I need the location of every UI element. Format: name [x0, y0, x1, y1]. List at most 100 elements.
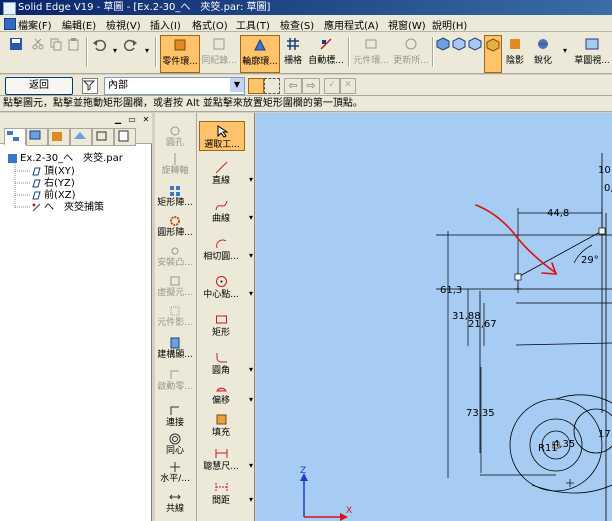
chevron-down-icon[interactable]: ▾ — [249, 495, 253, 505]
select-tool-button[interactable]: 選取工... — [199, 121, 245, 151]
line-tool-button[interactable]: 直線 ▾ — [199, 161, 253, 186]
concentric-icon — [169, 433, 181, 445]
fence-icon[interactable] — [264, 78, 280, 94]
component-icon — [365, 39, 377, 49]
concentric-button[interactable]: 同心 — [155, 433, 195, 456]
tree-item-sketch[interactable]: へ 夾筊捕策 — [32, 202, 104, 214]
smart-dimension-button[interactable]: 聰慧尺... ▾ — [199, 447, 253, 472]
close-icon[interactable]: ✕ — [140, 115, 152, 125]
curve-tool-button[interactable]: 曲線 ▾ — [199, 199, 253, 224]
distance-tool-button[interactable]: 間距 ▾ — [199, 481, 253, 506]
activate-part-button[interactable]: 啟動零... — [155, 369, 195, 392]
layer-select[interactable]: 內部 ▼ — [104, 77, 245, 95]
tree-item-right-plane[interactable]: 右(YZ) — [32, 178, 75, 190]
tree-item-front-plane[interactable]: 前(XZ) — [32, 190, 76, 202]
menu-edit[interactable]: 編輯(E) — [62, 17, 96, 32]
profile-environment-button[interactable]: 輪廓環... — [240, 35, 280, 73]
center-point-circle-button[interactable]: 中心點... ▾ — [199, 275, 253, 300]
revolve-axis-button[interactable]: 旋轉軸 — [155, 153, 195, 176]
back-button[interactable]: 返回 — [5, 77, 73, 95]
tab-sensors[interactable] — [92, 128, 114, 146]
fillet-tool-button[interactable]: 圓角 ▾ — [199, 351, 253, 376]
sharpen-button[interactable]: 銳化 — [530, 35, 556, 71]
restore-icon[interactable]: ▭ — [126, 115, 138, 125]
tree-item-top-plane[interactable]: 頂(XY) — [32, 166, 75, 178]
sketch-drawing: 44,8 29° 61,3 31,88 21,67 73,35 0,7 R11 … — [300, 153, 612, 521]
chevron-down-icon[interactable]: ▾ — [249, 175, 253, 185]
sketch-canvas[interactable]: 44,8 29° 61,3 31,88 21,67 73,35 0,7 R11 … — [256, 113, 612, 521]
offset-tool-button[interactable]: 偏移 ▾ — [199, 381, 253, 406]
dimension-73-35: 73,35 — [466, 408, 495, 419]
view-top-button[interactable] — [468, 35, 482, 71]
system-menu-icon[interactable] — [4, 18, 16, 30]
part-environment-button[interactable]: 零件環... — [160, 35, 200, 73]
menu-help[interactable]: 說明(H) — [432, 17, 467, 32]
mount-boss-button[interactable]: 安裝凸... — [155, 245, 195, 268]
tab-reports[interactable] — [114, 128, 136, 146]
view-iso-button[interactable] — [436, 35, 450, 71]
menu-format[interactable]: 格式(O) — [192, 17, 228, 32]
dimension-icon — [320, 38, 332, 50]
horizontal-vertical-button[interactable]: 水平/... — [155, 461, 195, 484]
menu-applications[interactable]: 應用程式(A) — [324, 17, 379, 32]
hole-button[interactable]: 圓孔 — [155, 125, 195, 148]
layer-icon[interactable] — [82, 78, 98, 94]
menu-insert[interactable]: 插入(I) — [150, 17, 181, 32]
sketch-view-button[interactable]: 草圖視... — [574, 35, 610, 71]
menu-inspect[interactable]: 檢查(S) — [280, 17, 314, 32]
cursor-icon — [217, 125, 229, 138]
minimize-icon[interactable]: ▁ — [112, 115, 124, 125]
circular-pattern-button[interactable]: 圓形陣... — [155, 215, 195, 238]
arrow-right-icon[interactable]: ⇨ — [302, 78, 320, 94]
cut-button[interactable] — [30, 35, 46, 71]
select-rect-icon[interactable] — [248, 78, 264, 94]
sync-record-button[interactable]: 同紀錄... — [200, 35, 238, 71]
dimension-44-8: 44,8 — [547, 208, 569, 219]
chevron-down-icon[interactable]: ▾ — [249, 289, 253, 299]
component-image-button[interactable]: 元件影... — [155, 305, 195, 328]
collinear-button[interactable]: 共線 — [155, 491, 195, 514]
chevron-down-icon[interactable]: ▾ — [249, 395, 253, 405]
chevron-down-icon[interactable]: ▾ — [249, 213, 253, 223]
command-bar: 返回 內部 ▼ ⇦ ⇨ ✓ ✕ — [0, 75, 612, 96]
check-icon[interactable]: ✓ — [324, 78, 340, 94]
construction-display-button[interactable]: 建構顯... — [155, 337, 195, 360]
view-front-button[interactable] — [452, 35, 466, 71]
fill-tool-button[interactable]: 填充 — [199, 413, 243, 438]
construction-icon — [170, 337, 180, 349]
tab-features[interactable] — [48, 128, 70, 146]
grid-button[interactable]: 柵格 — [280, 35, 306, 71]
chevron-down-icon[interactable]: ▾ — [249, 461, 253, 471]
tangent-arc-button[interactable]: 相切圓... ▾ — [199, 237, 253, 262]
paste-button[interactable] — [66, 35, 82, 71]
title-bar: Solid Edge V19 - 草圖 - [Ex.2-30_へ 夾筊.par:… — [0, 0, 612, 15]
rectangular-pattern-button[interactable]: 矩形陣... — [155, 185, 195, 208]
tab-library[interactable] — [70, 128, 92, 146]
undo-button[interactable] — [90, 35, 108, 71]
app-icon — [3, 2, 16, 15]
copy-button[interactable] — [48, 35, 64, 71]
close-icon[interactable]: ✕ — [340, 78, 356, 94]
shading-button[interactable]: 陰影 — [503, 35, 527, 71]
update-all-button[interactable]: 更新所... — [392, 35, 430, 71]
rectangle-tool-button[interactable]: 矩形 — [199, 313, 243, 338]
menu-window[interactable]: 視窗(W) — [388, 17, 426, 32]
chevron-down-icon[interactable]: ▾ — [249, 365, 253, 375]
layers-icon — [29, 130, 41, 140]
virtual-component-button[interactable]: 虛擬元... — [155, 275, 195, 298]
redo-button[interactable] — [122, 35, 140, 71]
chevron-down-icon[interactable]: ▼ — [230, 78, 244, 92]
menu-tools[interactable]: 工具(T) — [236, 17, 270, 32]
menu-file[interactable]: 檔案(F) — [18, 17, 52, 32]
library-icon — [74, 132, 86, 139]
tab-layers[interactable] — [26, 128, 48, 146]
save-button[interactable] — [6, 35, 26, 71]
arrow-left-icon[interactable]: ⇦ — [284, 78, 302, 94]
auto-dimension-button[interactable]: 自動標... — [308, 35, 344, 71]
component-environment-button[interactable]: 元件環... — [352, 35, 390, 71]
view-sketch-button[interactable] — [484, 35, 502, 73]
connect-button[interactable]: 連接 — [155, 405, 195, 428]
chevron-down-icon[interactable]: ▾ — [249, 251, 253, 261]
menu-view[interactable]: 檢視(V) — [106, 17, 141, 32]
tab-feature-pathfinder[interactable] — [4, 128, 26, 145]
